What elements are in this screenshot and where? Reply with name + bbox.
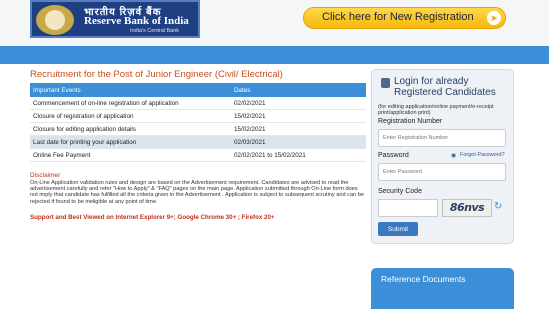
event-cell: Last date for printing your application [30, 135, 231, 149]
captcha-image: 86nvs [442, 199, 492, 217]
date-cell: 02/02/2021 to 15/02/2021 [231, 148, 366, 162]
header: भारतीय रिज़र्व बैंक Reserve Bank of Indi… [0, 0, 549, 46]
date-cell: 15/02/2021 [231, 109, 366, 123]
table-row: Online Fee Payment 02/02/2021 to 15/02/2… [30, 148, 366, 162]
help-icon: ◉ [451, 153, 457, 159]
date-cell: 15/02/2021 [231, 122, 366, 136]
security-code-input[interactable] [378, 199, 438, 217]
reference-documents-panel: Reference Documents [371, 268, 514, 309]
date-cell: 02/03/2021 [231, 135, 366, 149]
login-title: Login for already Registered Candidates [394, 76, 496, 98]
login-note: (for editing application/online payment/… [378, 104, 494, 117]
registration-number-input[interactable] [378, 129, 506, 147]
table-row: Closure of registration of application 1… [30, 109, 366, 123]
table-row: Last date for printing your application … [30, 135, 366, 149]
new-registration-label: Click here for New Registration [322, 11, 474, 23]
refresh-icon[interactable]: ↻ [494, 201, 502, 212]
event-cell: Commencement of on-line registration of … [30, 97, 231, 110]
password-input[interactable] [378, 163, 506, 181]
rbi-logo: भारतीय रिज़र्व बैंक Reserve Bank of Indi… [30, 0, 200, 38]
nav-stripe [0, 46, 549, 64]
event-cell: Closure for editing application details [30, 122, 231, 136]
logo-english-text: Reserve Bank of India [84, 15, 189, 27]
browser-support-note: Support and Best Viewed on Internet Expl… [30, 214, 275, 221]
date-cell: 02/02/2021 [231, 97, 366, 110]
security-code-label: Security Code [378, 188, 422, 195]
submit-button[interactable]: Submit [378, 222, 418, 236]
lock-icon [381, 78, 390, 88]
password-label: Password [378, 152, 409, 159]
table-header-row: Important Events Dates [30, 83, 366, 97]
table-row: Closure for editing application details … [30, 122, 366, 136]
new-registration-button[interactable]: Click here for New Registration ➤ [303, 7, 506, 29]
event-cell: Online Fee Payment [30, 148, 231, 162]
login-panel: Login for already Registered Candidates … [371, 69, 514, 244]
column-header-dates: Dates [231, 83, 366, 97]
important-events-table: Important Events Dates Commencement of o… [30, 83, 366, 162]
table-row: Commencement of on-line registration of … [30, 97, 366, 110]
reference-documents-title: Reference Documents [381, 274, 466, 284]
column-header-events: Important Events [30, 83, 231, 97]
event-cell: Closure of registration of application [30, 109, 231, 123]
rbi-emblem-icon [36, 5, 74, 35]
page-title: Recruitment for the Post of Junior Engin… [30, 69, 283, 80]
disclaimer-heading: Disclaimer [30, 172, 61, 179]
disclaimer-text: On-Line Application validation rules and… [30, 180, 364, 205]
logo-tagline: India's Central Bank [130, 28, 180, 34]
registration-number-label: Registration Number [378, 118, 443, 125]
arrow-right-icon: ➤ [487, 11, 501, 25]
forgot-password-link[interactable]: Forgot Password? [460, 152, 505, 158]
